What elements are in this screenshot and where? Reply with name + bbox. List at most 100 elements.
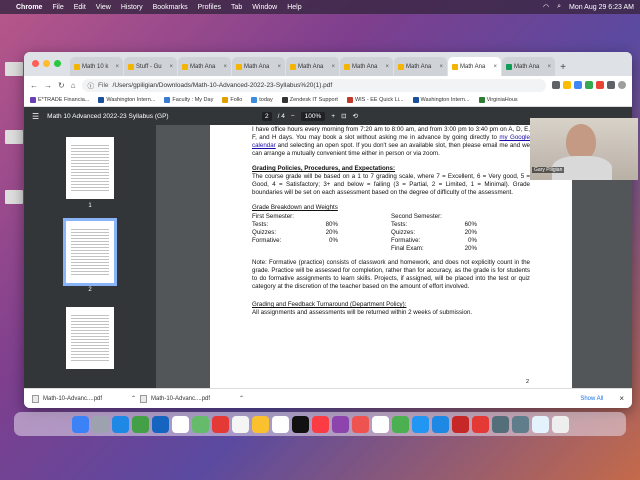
desktop-file-icon[interactable] bbox=[2, 62, 26, 77]
dock-app-icon[interactable] bbox=[451, 415, 469, 433]
close-tab-icon[interactable]: × bbox=[439, 64, 443, 70]
close-tab-icon[interactable]: × bbox=[547, 64, 551, 70]
browser-tab-active[interactable]: Math Ana × bbox=[448, 57, 501, 76]
bookmark-item[interactable]: Zendesk IT Support bbox=[281, 97, 338, 103]
dock-app-icon[interactable] bbox=[191, 415, 209, 433]
dock-app-icon[interactable] bbox=[471, 415, 489, 433]
menu-window[interactable]: Window bbox=[252, 4, 277, 11]
dock-app-icon[interactable] bbox=[331, 415, 349, 433]
close-window-button[interactable] bbox=[32, 60, 39, 67]
hamburger-menu-icon[interactable]: ☰ bbox=[32, 112, 39, 121]
zoom-in-icon[interactable]: + bbox=[331, 113, 335, 120]
browser-tab[interactable]: Math Ana × bbox=[286, 57, 339, 76]
dock-app-icon[interactable] bbox=[131, 415, 149, 433]
browser-tab[interactable]: Math Ana × bbox=[232, 57, 285, 76]
page-thumbnail[interactable] bbox=[66, 137, 114, 199]
close-tab-icon[interactable]: × bbox=[169, 64, 173, 70]
wifi-icon[interactable]: ◠ bbox=[543, 3, 549, 11]
dock-app-icon[interactable] bbox=[171, 415, 189, 433]
dock-app-icon[interactable] bbox=[151, 415, 169, 433]
close-tab-icon[interactable]: × bbox=[331, 64, 335, 70]
address-bar[interactable]: ⓘ File /Users/gpiligian/Downloads/Math-1… bbox=[81, 78, 546, 92]
page-number-input[interactable]: 2 bbox=[262, 111, 272, 121]
page-thumbnail[interactable] bbox=[66, 307, 114, 369]
new-tab-button[interactable]: + bbox=[556, 62, 570, 73]
dock-app-icon[interactable] bbox=[211, 415, 229, 433]
file-info-icon[interactable]: ⓘ bbox=[88, 80, 95, 90]
menu-file[interactable]: File bbox=[52, 4, 63, 11]
menu-clock[interactable]: Mon Aug 29 6:23 AM bbox=[569, 4, 634, 11]
forward-icon[interactable]: → bbox=[44, 81, 52, 90]
bookmark-star-icon[interactable] bbox=[563, 81, 571, 89]
browser-tab[interactable]: Math 10 k × bbox=[70, 57, 123, 76]
zoom-out-icon[interactable]: − bbox=[291, 113, 295, 120]
menu-help[interactable]: Help bbox=[287, 4, 301, 11]
browser-tab[interactable]: Math Ana × bbox=[340, 57, 393, 76]
dock-app-icon[interactable] bbox=[371, 415, 389, 433]
share-icon[interactable] bbox=[552, 81, 560, 89]
bookmark-item[interactable]: Washington Intern... bbox=[98, 97, 155, 103]
bookmark-item[interactable]: WIS - EE Quick Li... bbox=[346, 97, 404, 103]
minimize-window-button[interactable] bbox=[43, 60, 50, 67]
close-tab-icon[interactable]: × bbox=[223, 64, 227, 70]
close-downloads-icon[interactable]: × bbox=[619, 394, 624, 403]
dock-app-icon[interactable] bbox=[351, 415, 369, 433]
menu-bookmarks[interactable]: Bookmarks bbox=[153, 4, 188, 11]
close-tab-icon[interactable]: × bbox=[277, 64, 281, 70]
bookmark-item[interactable]: Follo bbox=[222, 97, 242, 103]
close-tab-icon[interactable]: × bbox=[385, 64, 389, 70]
download-item[interactable]: Math-10-Advanc....pdf ⌃ bbox=[32, 394, 136, 403]
chevron-up-icon[interactable]: ⌃ bbox=[239, 395, 244, 402]
bookmark-item[interactable]: VirginiaHous bbox=[478, 97, 518, 103]
dock-app-icon[interactable] bbox=[531, 415, 549, 433]
puzzle-icon[interactable] bbox=[607, 81, 615, 89]
fit-page-icon[interactable]: ⊡ bbox=[341, 112, 346, 120]
dock-app-icon[interactable] bbox=[291, 415, 309, 433]
back-icon[interactable]: ← bbox=[30, 81, 38, 90]
dock-app-icon[interactable] bbox=[391, 415, 409, 433]
dock-app-icon[interactable] bbox=[431, 415, 449, 433]
extension-icon[interactable] bbox=[574, 81, 582, 89]
home-icon[interactable]: ⌂ bbox=[71, 81, 76, 90]
download-item[interactable]: Math-10-Advanc....pdf ⌃ bbox=[140, 394, 244, 403]
menu-profiles[interactable]: Profiles bbox=[198, 4, 221, 11]
browser-tab[interactable]: Stuff - Gu × bbox=[124, 57, 177, 76]
profile-avatar[interactable] bbox=[618, 81, 626, 89]
bookmark-item[interactable]: Washington Intern... bbox=[412, 97, 470, 103]
close-tab-icon[interactable]: × bbox=[493, 64, 497, 70]
reload-icon[interactable]: ↻ bbox=[58, 81, 65, 90]
rotate-icon[interactable]: ⟲ bbox=[353, 112, 358, 120]
show-all-downloads-button[interactable]: Show All bbox=[580, 396, 603, 402]
dock-app-icon[interactable] bbox=[251, 415, 269, 433]
menu-view[interactable]: View bbox=[96, 4, 111, 11]
zoom-input[interactable]: 100% bbox=[300, 111, 326, 121]
dock-app-icon[interactable] bbox=[551, 415, 569, 433]
browser-tab[interactable]: Math Ana × bbox=[502, 57, 555, 76]
dock-app-icon[interactable] bbox=[511, 415, 529, 433]
extension-icon[interactable] bbox=[596, 81, 604, 89]
bookmark-item[interactable]: E*TRADE Financia... bbox=[30, 97, 89, 103]
extension-icon[interactable] bbox=[585, 81, 593, 89]
menu-tab[interactable]: Tab bbox=[231, 4, 242, 11]
dock-app-icon[interactable] bbox=[91, 415, 109, 433]
browser-tab[interactable]: Math Ana × bbox=[178, 57, 231, 76]
search-icon[interactable]: ⌕ bbox=[557, 3, 561, 11]
menu-app-name[interactable]: Chrome bbox=[16, 4, 42, 11]
browser-tab[interactable]: Math Ana × bbox=[394, 57, 447, 76]
page-thumbnail-selected[interactable] bbox=[63, 218, 117, 286]
dock-app-icon[interactable] bbox=[491, 415, 509, 433]
dock-app-icon[interactable] bbox=[111, 415, 129, 433]
bookmark-item[interactable]: Faculty : My Day bbox=[164, 97, 213, 103]
dock-app-icon[interactable] bbox=[271, 415, 289, 433]
close-tab-icon[interactable]: × bbox=[115, 64, 119, 70]
dock-app-icon[interactable] bbox=[71, 415, 89, 433]
dock-app-icon[interactable] bbox=[411, 415, 429, 433]
desktop-file-icon[interactable] bbox=[2, 130, 26, 145]
dock-app-icon[interactable] bbox=[311, 415, 329, 433]
dock-app-icon[interactable] bbox=[231, 415, 249, 433]
desktop-file-icon[interactable] bbox=[2, 190, 26, 205]
bookmark-item[interactable]: today bbox=[251, 97, 273, 103]
chevron-up-icon[interactable]: ⌃ bbox=[131, 395, 136, 402]
menu-edit[interactable]: Edit bbox=[74, 4, 86, 11]
menu-history[interactable]: History bbox=[121, 4, 143, 11]
